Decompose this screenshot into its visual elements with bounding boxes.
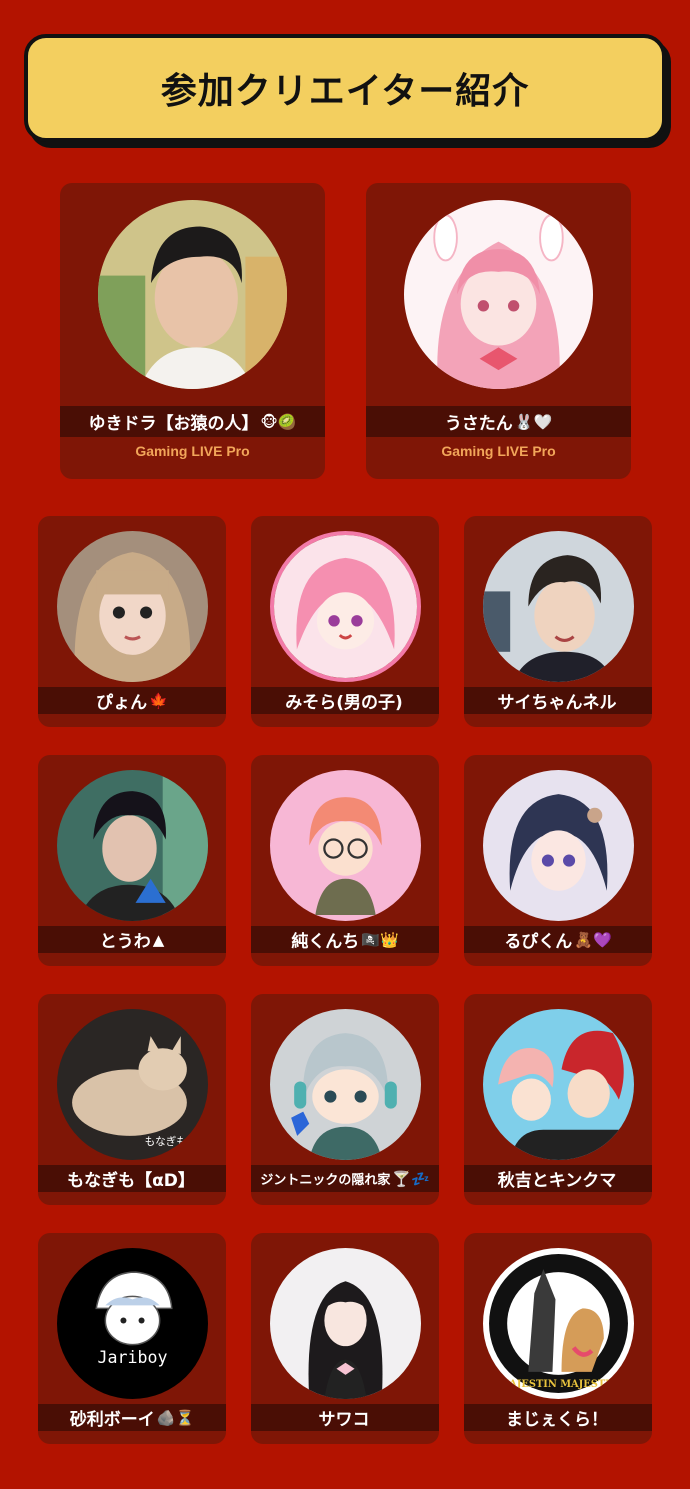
- creator-avatar: [57, 531, 208, 682]
- creator-emoji: ▲: [152, 930, 165, 949]
- creator-avatar: もなぎも: [57, 1009, 208, 1160]
- creator-card[interactable]: 純くんち 🏴‍☠️👑: [251, 755, 439, 966]
- creator-emoji: 🐵🥝: [260, 412, 297, 431]
- creator-card[interactable]: サワコ: [251, 1233, 439, 1444]
- creator-name: とうわ: [99, 932, 151, 952]
- creator-name: 純くんち: [291, 932, 360, 952]
- creator-name-bar: るぴくん 🧸💜: [464, 926, 652, 953]
- creator-name-bar: みそら(男の子): [251, 687, 439, 714]
- creator-avatar: [270, 1248, 421, 1399]
- creator-name: みそら(男の子): [285, 693, 403, 713]
- creator-avatar: [98, 200, 287, 389]
- creator-card[interactable]: ぴょん 🍁: [38, 516, 226, 727]
- featured-creator-card[interactable]: うさたん 🐰🤍 Gaming LIVE Pro: [366, 183, 631, 479]
- creator-name: るぴくん: [504, 932, 573, 952]
- creator-avatar: [483, 531, 634, 682]
- creator-name-bar: サワコ: [251, 1404, 439, 1431]
- creator-name-bar: ぴょん 🍁: [38, 687, 226, 714]
- creator-name-bar: まじぇくら！: [464, 1404, 652, 1431]
- creator-emoji: 🍁: [149, 691, 168, 710]
- creator-emoji: 🍸💤: [392, 1169, 430, 1188]
- creator-avatar: [404, 200, 593, 389]
- creator-name: ぴょん: [96, 693, 148, 713]
- creator-name-bar: サイちゃんネル: [464, 687, 652, 714]
- creator-name: 秋吉とキンクマ: [497, 1171, 617, 1191]
- creator-avatar: [57, 770, 208, 921]
- avatar-logo-text: Jariboy: [98, 1348, 168, 1367]
- creator-avatar: [270, 531, 421, 682]
- creator-card[interactable]: とうわ ▲: [38, 755, 226, 966]
- creator-avatar: [483, 770, 634, 921]
- creator-team-label: Gaming LIVE Pro: [441, 443, 556, 459]
- creator-name-bar: 秋吉とキンクマ: [464, 1165, 652, 1192]
- featured-creator-card[interactable]: ゆきドラ【お猿の人】 🐵🥝 Gaming LIVE Pro: [60, 183, 325, 479]
- creator-name: 砂利ボーイ: [69, 1410, 155, 1430]
- creator-name: サワコ: [318, 1410, 370, 1430]
- creator-card[interactable]: Jariboy 砂利ボーイ 🪨⏳: [38, 1233, 226, 1444]
- creator-name-bar: ジントニックの隠れ家 🍸💤: [251, 1165, 439, 1192]
- section-title: 参加クリエイター紹介: [160, 71, 530, 112]
- creator-team-label: Gaming LIVE Pro: [135, 443, 250, 459]
- creator-card[interactable]: もなぎも もなぎも【αD】: [38, 994, 226, 1205]
- creator-avatar: [270, 1009, 421, 1160]
- creator-name-bar: ゆきドラ【お猿の人】 🐵🥝: [60, 406, 325, 437]
- creator-avatar: [483, 1009, 634, 1160]
- creator-name-bar: 砂利ボーイ 🪨⏳: [38, 1404, 226, 1431]
- creator-avatar: [270, 770, 421, 921]
- creator-name: サイちゃんネル: [497, 693, 617, 713]
- creator-name-bar: うさたん 🐰🤍: [366, 406, 631, 437]
- creator-card[interactable]: るぴくん 🧸💜: [464, 755, 652, 966]
- creator-name-bar: 純くんち 🏴‍☠️👑: [251, 926, 439, 953]
- creator-emoji: 🐰🤍: [514, 412, 553, 431]
- creator-emoji: 🧸💜: [574, 930, 612, 949]
- creator-card[interactable]: ジントニックの隠れ家 🍸💤: [251, 994, 439, 1205]
- creator-emoji: 🪨⏳: [156, 1408, 195, 1427]
- creator-card[interactable]: MAJESTIN MAJESTIN まじぇくら！: [464, 1233, 652, 1444]
- creator-name-bar: とうわ ▲: [38, 926, 226, 953]
- creator-avatar: MAJESTIN MAJESTIN: [483, 1248, 634, 1399]
- creator-name: ゆきドラ【お猿の人】: [88, 414, 259, 434]
- creator-name: ジントニックの隠れ家: [260, 1173, 391, 1188]
- creator-name: うさたん: [444, 414, 513, 434]
- avatar-watermark: もなぎも: [145, 1135, 187, 1148]
- creator-name: まじぇくら！: [506, 1410, 608, 1430]
- creator-name: もなぎも【αD】: [67, 1171, 195, 1191]
- section-banner: 参加クリエイター紹介: [24, 34, 666, 142]
- creator-emoji: 🏴‍☠️👑: [361, 930, 399, 949]
- creator-card[interactable]: サイちゃんネル: [464, 516, 652, 727]
- creator-name-bar: もなぎも【αD】: [38, 1165, 226, 1192]
- avatar-logo-text: MAJESTIN MAJESTIN: [498, 1379, 618, 1390]
- creator-card[interactable]: みそら(男の子): [251, 516, 439, 727]
- creator-avatar: Jariboy: [57, 1248, 208, 1399]
- creator-card[interactable]: 秋吉とキンクマ: [464, 994, 652, 1205]
